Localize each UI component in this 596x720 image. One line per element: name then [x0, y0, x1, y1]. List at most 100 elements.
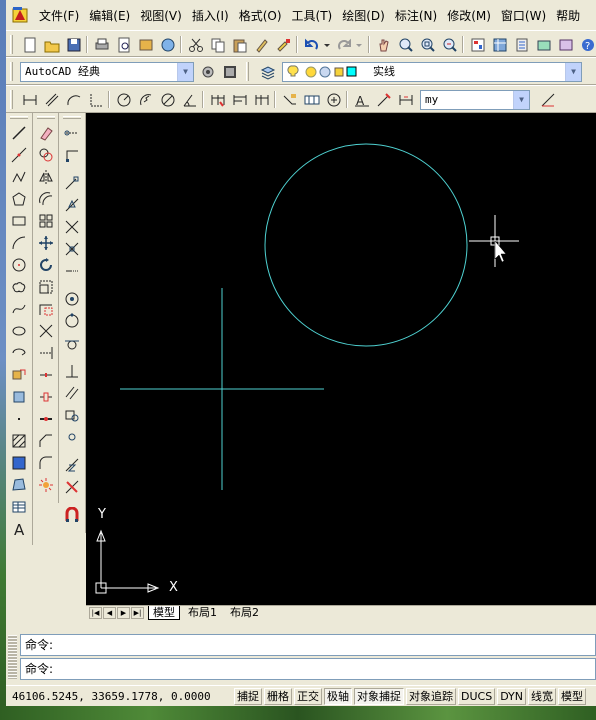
menu-insert[interactable]: 插入(I): [187, 7, 234, 24]
chevron-down-icon[interactable]: ▼: [513, 91, 529, 109]
rotate-icon[interactable]: [36, 255, 56, 275]
osnap-settings-icon[interactable]: [62, 505, 82, 525]
perpendicular-icon[interactable]: [62, 361, 82, 381]
dimupdate-icon[interactable]: [396, 90, 416, 109]
ordinate-icon[interactable]: [86, 90, 106, 109]
zoom-previous-icon[interactable]: [440, 35, 460, 54]
mirror-icon[interactable]: [36, 167, 56, 187]
menu-format[interactable]: 格式(O): [234, 7, 287, 24]
save-icon[interactable]: [64, 35, 84, 54]
layer-select[interactable]: 实线 ▼: [282, 62, 582, 82]
markup-icon[interactable]: [556, 35, 576, 54]
stretch-icon[interactable]: [36, 299, 56, 319]
construction-line-icon[interactable]: [9, 145, 29, 165]
menu-file[interactable]: 文件(F): [34, 7, 84, 24]
explode-icon[interactable]: [36, 475, 56, 495]
help-icon[interactable]: ?: [578, 35, 596, 54]
dyn-toggle[interactable]: DYN: [497, 687, 527, 705]
dimstyle-select[interactable]: my ▼: [420, 90, 530, 110]
model-toggle[interactable]: 模型: [558, 687, 587, 705]
pan-icon[interactable]: [374, 35, 394, 54]
menu-window[interactable]: 窗口(W): [496, 7, 551, 24]
ellipse-icon[interactable]: [9, 321, 29, 341]
endpoint-icon[interactable]: [62, 173, 82, 193]
center-mark-icon[interactable]: [324, 90, 344, 109]
menu-edit[interactable]: 编辑(E): [84, 7, 135, 24]
redo-icon[interactable]: [334, 35, 354, 54]
menu-modify[interactable]: 修改(M): [442, 7, 496, 24]
parallel-icon[interactable]: [62, 383, 82, 403]
tab-model[interactable]: 模型: [148, 606, 180, 620]
publish-icon[interactable]: [136, 35, 156, 54]
nearest-icon[interactable]: [62, 455, 82, 475]
baseline-icon[interactable]: [230, 90, 250, 109]
move-icon[interactable]: [36, 233, 56, 253]
break-at-point-icon[interactable]: [36, 365, 56, 385]
toolbar-grip[interactable]: [10, 35, 13, 54]
continue-icon[interactable]: [252, 90, 272, 109]
dimedit-icon[interactable]: A: [352, 90, 372, 109]
revision-cloud-icon[interactable]: [9, 277, 29, 297]
angular-icon[interactable]: [180, 90, 200, 109]
undo-icon[interactable]: [302, 35, 322, 54]
extend-icon[interactable]: [36, 343, 56, 363]
mtext-icon[interactable]: A: [9, 519, 29, 539]
last-tab-button[interactable]: ▶|: [131, 607, 144, 619]
linear-dim-icon[interactable]: [20, 90, 40, 109]
make-block-icon[interactable]: [9, 387, 29, 407]
ellipse-arc-icon[interactable]: [9, 343, 29, 363]
lineweight-toggle[interactable]: 线宽: [528, 687, 557, 705]
undo-dropdown-icon[interactable]: [322, 35, 332, 54]
quick-dim-icon[interactable]: [208, 90, 228, 109]
offset-icon[interactable]: [36, 189, 56, 209]
copy-object-icon[interactable]: [36, 145, 56, 165]
menu-draw[interactable]: 绘图(D): [337, 7, 390, 24]
design-center-icon[interactable]: [490, 35, 510, 54]
command-window-grip[interactable]: [8, 635, 17, 679]
dimstyle-icon[interactable]: [538, 90, 558, 109]
menu-view[interactable]: 视图(V): [135, 7, 187, 24]
paste-icon[interactable]: [230, 35, 250, 54]
trim-icon[interactable]: [36, 321, 56, 341]
quadrant-icon[interactable]: [62, 311, 82, 331]
block-editor-icon[interactable]: [274, 35, 294, 54]
node-icon[interactable]: [62, 427, 82, 447]
zoom-realtime-icon[interactable]: [396, 35, 416, 54]
drawing-canvas[interactable]: Y X: [86, 113, 596, 605]
autocad-app-icon[interactable]: [12, 6, 30, 24]
table-icon[interactable]: [9, 497, 29, 517]
dimtedit-icon[interactable]: [374, 90, 394, 109]
join-icon[interactable]: [36, 409, 56, 429]
radius-icon[interactable]: [114, 90, 134, 109]
fillet-icon[interactable]: [36, 453, 56, 473]
tab-layout1[interactable]: 布局1: [184, 606, 221, 620]
aligned-dim-icon[interactable]: [42, 90, 62, 109]
qleader-icon[interactable]: [280, 90, 300, 109]
snap-from-icon[interactable]: [62, 145, 82, 165]
workspace-select[interactable]: AutoCAD 经典 ▼: [20, 62, 194, 82]
prev-tab-button[interactable]: ◀: [103, 607, 116, 619]
hatch-icon[interactable]: [9, 431, 29, 451]
midpoint-icon[interactable]: [62, 195, 82, 215]
redo-dropdown-icon[interactable]: [354, 35, 364, 54]
sheet-set-icon[interactable]: [534, 35, 554, 54]
menu-tools[interactable]: 工具(T): [287, 7, 338, 24]
toolbar-grip[interactable]: [10, 62, 13, 81]
menu-help[interactable]: 帮助: [551, 7, 585, 24]
jogged-icon[interactable]: [136, 90, 156, 109]
chevron-down-icon[interactable]: ▼: [177, 63, 193, 81]
zoom-window-icon[interactable]: [418, 35, 438, 54]
arc-length-icon[interactable]: [64, 90, 84, 109]
preview-icon[interactable]: [114, 35, 134, 54]
workspace-save-icon[interactable]: [220, 62, 240, 81]
snap-none-icon[interactable]: [62, 477, 82, 497]
line-icon[interactable]: [9, 123, 29, 143]
temp-track-icon[interactable]: [62, 123, 82, 143]
insert-block-icon[interactable]: [9, 365, 29, 385]
first-tab-button[interactable]: |◀: [89, 607, 102, 619]
array-icon[interactable]: [36, 211, 56, 231]
next-tab-button[interactable]: ▶: [117, 607, 130, 619]
chamfer-icon[interactable]: [36, 431, 56, 451]
insertion-icon[interactable]: [62, 405, 82, 425]
print-icon[interactable]: [92, 35, 112, 54]
